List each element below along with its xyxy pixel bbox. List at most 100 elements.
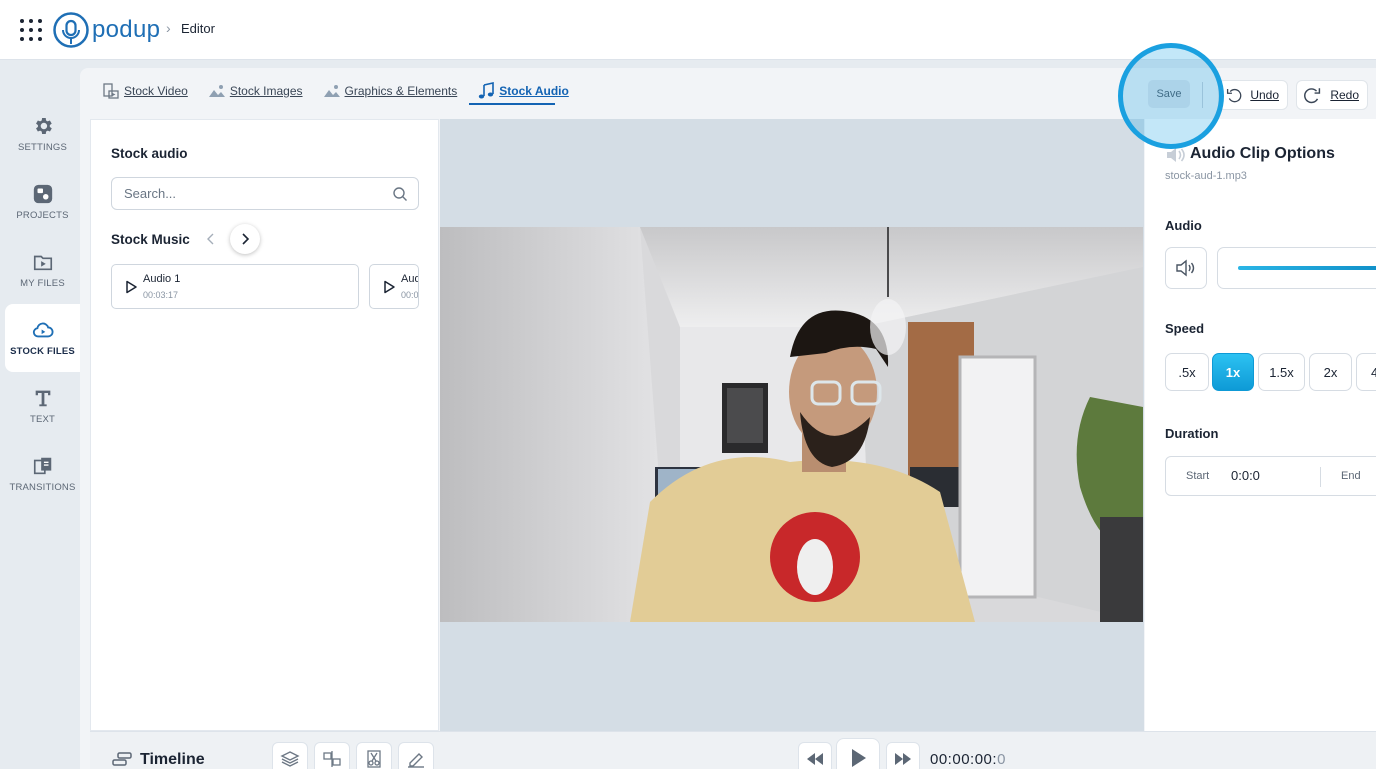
start-time-input[interactable]: 0:0:0 [1231,468,1260,483]
chevron-left-icon [207,233,214,245]
redo-label: Redo [1330,88,1359,102]
timecode-display: 00:00:00:0 [930,751,1006,768]
toolbar-divider [1202,82,1203,108]
audio-item-name: Audio 1 [143,273,181,285]
split-button[interactable] [314,742,350,769]
split-icon [323,751,341,767]
fast-forward-icon [895,753,911,765]
speed-1x-button[interactable]: 1x [1212,353,1254,391]
fast-forward-button[interactable] [886,742,920,769]
play-icon[interactable] [382,280,396,294]
start-label: Start [1186,470,1210,482]
sidebar-item-label: PROJECTS [16,210,69,221]
sidebar-item-text[interactable]: TEXT [5,372,80,440]
sidebar-item-my-files[interactable]: MY FILES [5,236,80,304]
cloud-icon [32,322,53,338]
stock-tabs: Stock Video Stock Images Graphics & Elem… [102,82,589,100]
breadcrumb-separator: › [166,20,171,36]
tab-stock-audio[interactable]: Stock Audio [477,82,569,100]
text-icon [35,390,50,407]
logo-text: podup [92,16,161,43]
speed-0-5x-button[interactable]: .5x [1165,353,1209,391]
audio-item-2[interactable]: Audio 2 00:03:00 [369,264,419,309]
video-frame[interactable] [440,227,1143,622]
tab-graphics-elements[interactable]: Graphics & Elements [323,82,457,100]
undo-icon [1226,88,1242,103]
speed-4x-button[interactable]: 4x [1356,353,1376,391]
sidebar-item-label: TEXT [29,414,56,425]
timeline-icon [112,752,132,766]
pencil-icon [408,753,424,768]
play-button[interactable] [836,738,880,769]
volume-slider[interactable] [1217,247,1376,289]
tab-stock-video[interactable]: Stock Video [102,82,188,100]
redo-button[interactable]: Redo [1296,80,1368,110]
sidebar-item-label: SETTINGS [17,142,68,153]
cut-button[interactable] [356,742,392,769]
play-icon[interactable] [124,280,138,294]
sidebar-item-settings[interactable]: SETTINGS [5,100,80,168]
speed-label: Speed [1165,321,1205,336]
sidebar-item-label: MY FILES [20,278,65,289]
carousel-prev-button[interactable] [199,227,223,251]
apps-grid-icon[interactable] [20,19,42,41]
undo-label: Undo [1250,88,1279,102]
sidebar-item-stock-files[interactable]: STOCK FILES [5,304,80,372]
mute-toggle-button[interactable] [1165,247,1207,289]
stock-music-title: Stock Music [111,232,190,247]
audio-item-duration: 00:03:17 [143,290,179,300]
audio-item-name: Audio 2 [401,273,418,285]
tab-label: Stock Video [124,84,188,98]
breadcrumb-editor[interactable]: Editor [181,21,215,36]
gear-icon [35,118,52,134]
tab-label: Stock Images [229,84,303,98]
speed-1-5x-button[interactable]: 1.5x [1258,353,1305,391]
undo-button[interactable]: Undo [1218,80,1288,110]
redo-icon [1304,88,1321,104]
search-input[interactable] [124,186,384,201]
duration-field: Start 0:0:0 End [1165,456,1376,496]
save-button[interactable]: Save [1148,80,1190,108]
left-sidebar: SETTINGS PROJECTS MY FILES STOCK FILES T… [0,60,80,769]
audio-clip-options-panel: Audio Clip Options stock-aud-1.mp3 Audio… [1145,119,1376,731]
timeline-label: Timeline [140,751,205,768]
transitions-icon [33,457,51,475]
search-icon[interactable] [392,186,408,202]
stock-audio-panel: Stock audio Stock Music Audio 1 00:03:17… [90,119,439,731]
tab-label: Stock Audio [499,84,569,98]
layers-icon [280,751,300,767]
podup-logo[interactable]: podup [52,11,160,49]
edit-button[interactable] [398,742,434,769]
timecode-frame: 0 [997,751,1006,768]
image-icon [208,85,225,97]
rewind-button[interactable] [798,742,832,769]
sidebar-item-label: TRANSITIONS [9,482,76,493]
clip-filename: stock-aud-1.mp3 [1165,170,1247,182]
sidebar-item-transitions[interactable]: TRANSITIONS [5,440,80,508]
chevron-right-icon [242,233,250,245]
timeline-bar: Timeline 00:00:00:0 [90,731,1376,769]
sidebar-item-label: STOCK FILES [10,346,75,357]
tab-stock-images[interactable]: Stock Images [208,82,303,100]
end-label: End [1341,470,1361,482]
graphics-icon [323,85,340,97]
audio-item-duration: 00:03:00 [401,290,419,300]
active-tab-underline [469,103,555,105]
speed-2x-button[interactable]: 2x [1309,353,1352,391]
sidebar-item-projects[interactable]: PROJECTS [5,168,80,236]
music-note-icon [479,82,495,99]
rewind-icon [807,753,823,765]
stock-audio-title: Stock audio [111,146,188,161]
audio-label: Audio [1165,218,1202,233]
search-field[interactable] [111,177,419,210]
top-bar: podup › Editor [0,0,1376,60]
play-icon [852,749,866,767]
volume-icon [1176,259,1195,277]
podup-logo-icon [53,12,89,48]
layers-button[interactable] [272,742,308,769]
stock-video-icon [103,83,119,99]
audio-item-1[interactable]: Audio 1 00:03:17 [111,264,359,309]
projects-icon [33,184,52,204]
carousel-next-button[interactable] [230,224,260,254]
timecode-main: 00:00:00: [930,751,998,768]
